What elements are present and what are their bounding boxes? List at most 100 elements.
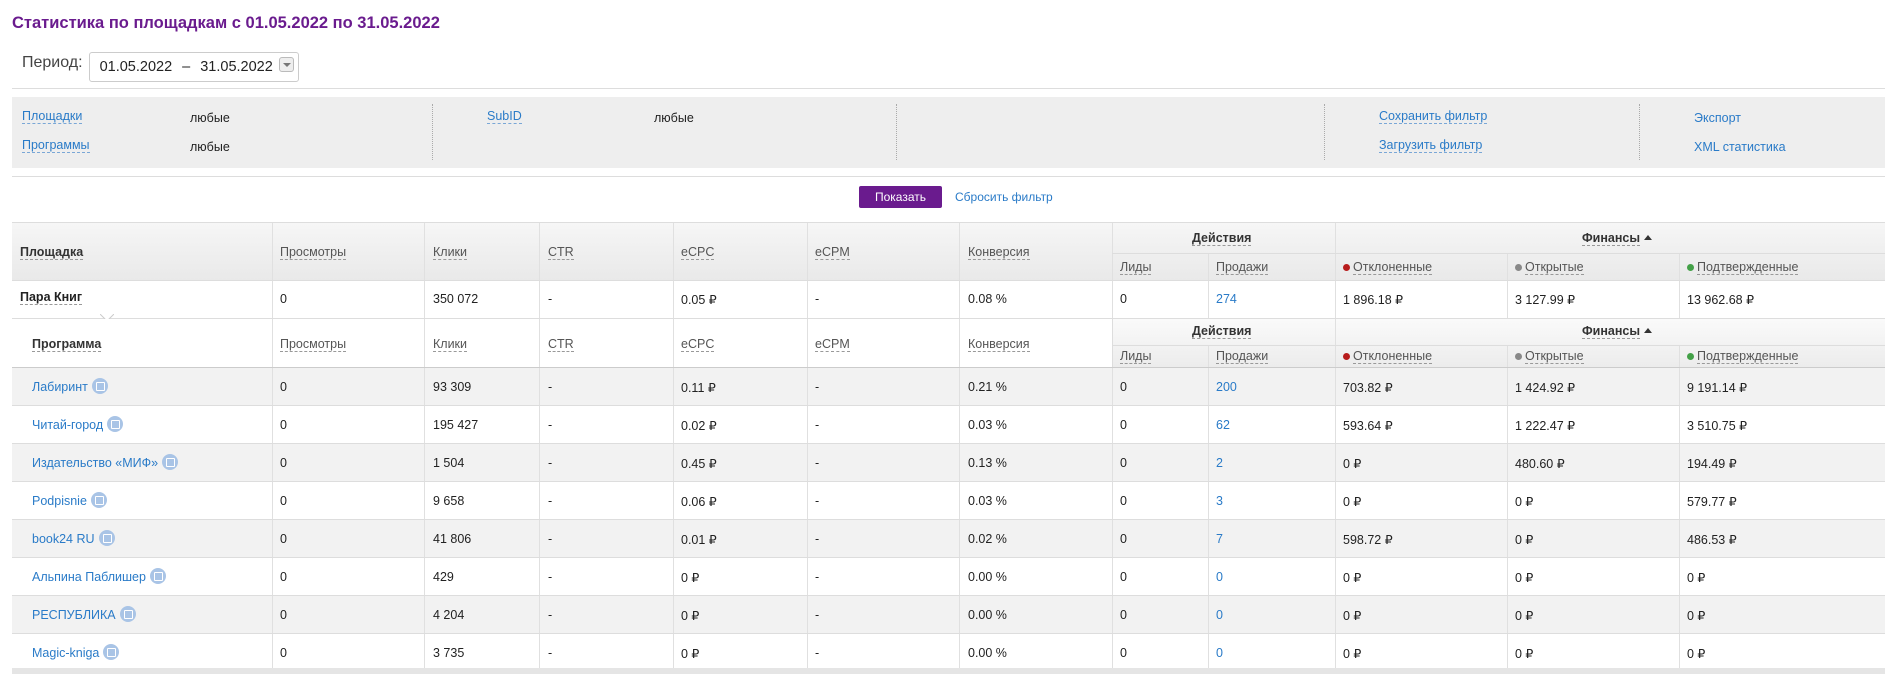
- program-name-cell: Podpisnie: [32, 492, 107, 508]
- col-views[interactable]: Просмотры: [280, 245, 347, 260]
- program-name-cell: Лабиринт: [32, 378, 108, 394]
- col-rejected[interactable]: Отклоненные: [1343, 260, 1433, 275]
- col-program[interactable]: Программа: [32, 337, 102, 352]
- col-clicks[interactable]: Клики: [433, 245, 468, 260]
- cell-sales-link[interactable]: 62: [1216, 418, 1230, 432]
- col-ctr[interactable]: CTR: [548, 245, 574, 260]
- program-link[interactable]: book24 RU: [32, 532, 95, 546]
- export-link[interactable]: Экспорт: [1694, 111, 1741, 125]
- show-button[interactable]: Показать: [859, 186, 942, 208]
- table-row[interactable]: РЕСПУБЛИКА 0 4 204 - 0 ₽ - 0.00 % 0 0 0 ₽ 0 ₽ 0 ₽: [12, 596, 1885, 634]
- xml-statistics-link[interactable]: XML статистика: [1694, 140, 1786, 154]
- program-info-icon[interactable]: [107, 416, 124, 432]
- col-ecpm[interactable]: eCPM: [815, 337, 850, 352]
- period-label: Период:: [22, 54, 83, 71]
- cell-leads: 0: [1120, 456, 1127, 470]
- col-ctr[interactable]: CTR: [548, 337, 574, 352]
- filter-platforms-link[interactable]: Площадки: [22, 109, 83, 124]
- cell-views: 0: [280, 494, 287, 508]
- program-info-icon[interactable]: [103, 644, 120, 660]
- cell-open: 3 127.99 ₽: [1515, 293, 1576, 307]
- col-conversion[interactable]: Конверсия: [968, 245, 1030, 260]
- col-confirmed[interactable]: Подтвержденные: [1687, 260, 1799, 275]
- cell-views: 0: [280, 646, 287, 660]
- table-row[interactable]: book24 RU 0 41 806 - 0.01 ₽ - 0.02 % 0 7 598.72 ₽…: [12, 520, 1885, 558]
- col-ecpc[interactable]: eCPC: [681, 245, 715, 260]
- date-from: 01.05.2022: [99, 59, 173, 75]
- cell-rejected: 0 ₽: [1343, 647, 1362, 661]
- col-sales[interactable]: Продажи: [1216, 260, 1269, 275]
- caret-up-icon: [1644, 328, 1653, 333]
- cell-confirmed: 9 191.14 ₽: [1687, 381, 1748, 395]
- col-group-finance[interactable]: Финансы: [1582, 231, 1653, 246]
- cell-open: 0 ₽: [1515, 533, 1534, 547]
- date-separator: –: [182, 59, 191, 75]
- program-info-icon[interactable]: [91, 378, 108, 394]
- horizontal-scrollbar[interactable]: [12, 668, 1885, 674]
- cell-sales-link[interactable]: 0: [1216, 570, 1223, 584]
- filter-subid-link[interactable]: SubID: [487, 109, 522, 124]
- cell-sales-link[interactable]: 0: [1216, 646, 1223, 660]
- cell-open: 0 ₽: [1515, 609, 1534, 623]
- col-leads[interactable]: Лиды: [1120, 260, 1152, 275]
- cell-clicks: 1 504: [433, 456, 465, 470]
- cell-views: 0: [280, 532, 287, 546]
- table-row[interactable]: Лабиринт 0 93 309 - 0.11 ₽ - 0.21 % 0 200 703.82 …: [12, 368, 1885, 406]
- col-clicks[interactable]: Клики: [433, 337, 468, 352]
- table-row[interactable]: Издательство «МИФ» 0 1 504 - 0.45 ₽ - 0.13 % 0 2…: [12, 444, 1885, 482]
- cell-conversion: 0.21 %: [968, 380, 1007, 394]
- cell-ctr: -: [548, 608, 553, 622]
- cell-sales-link[interactable]: 2: [1216, 456, 1223, 470]
- col-platform[interactable]: Площадка: [20, 245, 84, 260]
- table-row-summary[interactable]: Пара Книг 0 350 072 - 0.05 ₽ - 0.08 % 0 …: [12, 281, 1885, 319]
- reset-filter-link[interactable]: Сбросить фильтр: [955, 190, 1053, 204]
- cell-clicks: 4 204: [433, 608, 465, 622]
- program-link[interactable]: Лабиринт: [32, 380, 88, 394]
- cell-sales-link[interactable]: 3: [1216, 494, 1223, 508]
- cell-sales-link[interactable]: 0: [1216, 608, 1223, 622]
- program-link[interactable]: Издательство «МИФ»: [32, 456, 158, 470]
- program-info-icon[interactable]: [149, 568, 166, 584]
- program-link[interactable]: Podpisnie: [32, 494, 87, 508]
- col-leads[interactable]: Лиды: [1120, 349, 1152, 364]
- program-name-cell: Magic-kniga: [32, 644, 120, 660]
- table-row[interactable]: Альпина Паблишер 0 429 - 0 ₽ - 0.00 % 0 0 0 ₽ 0 ₽ 0…: [12, 558, 1885, 596]
- cell-sales-link[interactable]: 7: [1216, 532, 1223, 546]
- date-range-input[interactable]: 01.05.2022 – 31.05.2022: [88, 52, 299, 82]
- col-ecpm[interactable]: eCPM: [815, 245, 850, 260]
- table-header: Площадка Просмотры Клики CTR eCPC eCPM К…: [12, 222, 1885, 281]
- col-ecpc[interactable]: eCPC: [681, 337, 715, 352]
- col-conversion[interactable]: Конверсия: [968, 337, 1030, 352]
- col-sales[interactable]: Продажи: [1216, 349, 1269, 364]
- program-link[interactable]: Magic-kniga: [32, 646, 99, 660]
- cell-conversion: 0.13 %: [968, 456, 1007, 470]
- chevron-down-icon[interactable]: [278, 57, 294, 72]
- program-link[interactable]: Альпина Паблишер: [32, 570, 146, 584]
- cell-conversion: 0.02 %: [968, 532, 1007, 546]
- page-title: Статистика по площадкам с 01.05.2022 по …: [12, 14, 440, 32]
- cell-sales-link[interactable]: 274: [1216, 292, 1237, 306]
- col-open[interactable]: Открытые: [1515, 260, 1584, 275]
- date-to: 31.05.2022: [200, 59, 273, 75]
- cell-sales-link[interactable]: 200: [1216, 380, 1237, 394]
- program-info-icon[interactable]: [119, 606, 136, 622]
- table-row[interactable]: Podpisnie 0 9 658 - 0.06 ₽ - 0.03 % 0 3 0 ₽ 0 ₽ 579…: [12, 482, 1885, 520]
- save-filter-link[interactable]: Сохранить фильтр: [1379, 109, 1488, 124]
- program-link[interactable]: РЕСПУБЛИКА: [32, 608, 116, 622]
- load-filter-link[interactable]: Загрузить фильтр: [1379, 138, 1483, 153]
- platform-name[interactable]: Пара Книг: [20, 290, 83, 305]
- table-row[interactable]: Читай-город 0 195 427 - 0.02 ₽ - 0.03 % 0 62 593.…: [12, 406, 1885, 444]
- cell-ecpc: 0.05 ₽: [681, 293, 717, 307]
- filter-programs-link[interactable]: Программы: [22, 138, 90, 153]
- program-info-icon[interactable]: [162, 454, 179, 470]
- col-group-finance[interactable]: Финансы: [1582, 324, 1653, 339]
- col-confirmed[interactable]: Подтвержденные: [1687, 349, 1799, 364]
- cell-ecpc: 0.06 ₽: [681, 495, 717, 509]
- program-info-icon[interactable]: [98, 530, 115, 546]
- col-open[interactable]: Открытые: [1515, 349, 1584, 364]
- program-link[interactable]: Читай-город: [32, 418, 103, 432]
- col-views[interactable]: Просмотры: [280, 337, 347, 352]
- program-info-icon[interactable]: [90, 492, 107, 508]
- col-rejected[interactable]: Отклоненные: [1343, 349, 1433, 364]
- table-row[interactable]: Magic-kniga 0 3 735 - 0 ₽ - 0.00 % 0 0 0 ₽ 0 ₽ 0 ₽: [12, 634, 1885, 672]
